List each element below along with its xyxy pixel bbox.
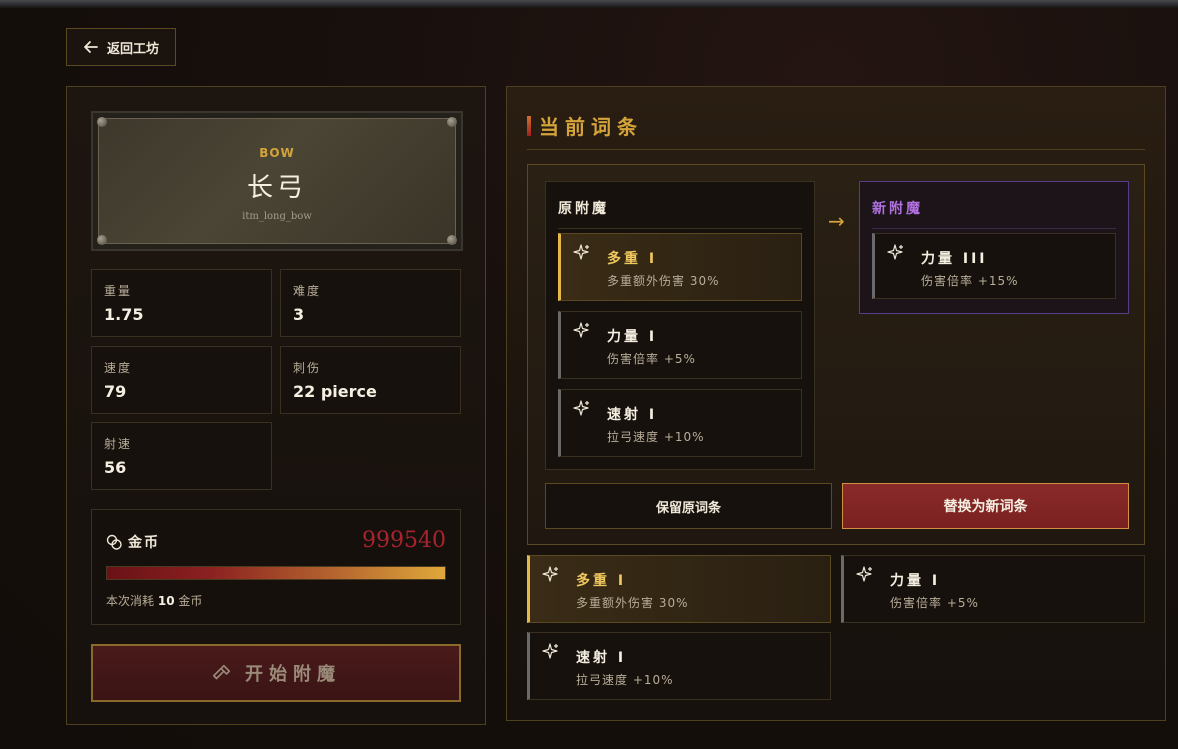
hammer-icon bbox=[212, 664, 231, 680]
stat-value: 3 bbox=[293, 305, 305, 324]
stat-value: 22 pierce bbox=[293, 382, 377, 401]
affix-item[interactable]: 速射 I 拉弓速度 +10% bbox=[527, 632, 831, 700]
affix-item[interactable]: 力量 I 伤害倍率 +5% bbox=[841, 555, 1145, 623]
enchant-name: 力量 III bbox=[921, 251, 988, 267]
stat-fire-rate: 射速 56 bbox=[91, 422, 272, 490]
item-name: 长弓 bbox=[246, 173, 307, 203]
affix-name: 多重 I bbox=[576, 573, 627, 589]
rivet-decoration bbox=[97, 235, 107, 245]
old-enchant-column: 原附魔 多重 I 多重额外伤害 30% 力量 I 伤害倍率 +5% 速射 I 拉… bbox=[545, 181, 815, 470]
coins-icon bbox=[106, 534, 122, 550]
item-panel: BOW 长弓 itm_long_bow 重量 1.75 难度 3 速度 79 刺… bbox=[66, 86, 486, 725]
affix-name: 力量 I bbox=[890, 573, 941, 589]
section-title-text: 当前词条 bbox=[539, 115, 643, 139]
new-enchant-column: 新附魔 力量 III 伤害倍率 +15% bbox=[859, 181, 1129, 314]
stat-weight: 重量 1.75 bbox=[91, 269, 272, 337]
sparkle-icon bbox=[542, 566, 558, 582]
gold-cost: 本次消耗 10 金币 bbox=[106, 592, 202, 609]
start-enchant-button[interactable]: 开始附魔 bbox=[91, 644, 461, 702]
cost-suffix: 金币 bbox=[178, 594, 203, 608]
old-enchant-item[interactable]: 多重 I 多重额外伤害 30% bbox=[558, 233, 802, 301]
rivet-decoration bbox=[447, 235, 457, 245]
gold-label-row: 金币 bbox=[106, 532, 160, 552]
keep-original-button[interactable]: 保留原词条 bbox=[545, 483, 832, 529]
sparkle-icon bbox=[542, 643, 558, 659]
rivet-decoration bbox=[97, 117, 107, 127]
start-label: 开始附魔 bbox=[245, 664, 341, 685]
window-top-bar bbox=[0, 0, 1178, 8]
divider bbox=[527, 149, 1145, 150]
rivet-decoration bbox=[447, 117, 457, 127]
title-marker bbox=[527, 115, 531, 136]
affix-panel: 当前词条 原附魔 多重 I 多重额外伤害 30% 力量 I 伤害倍率 +5% 速… bbox=[506, 86, 1166, 721]
section-title: 当前词条 bbox=[527, 111, 643, 140]
stat-label: 速度 bbox=[104, 361, 133, 375]
stat-value: 56 bbox=[104, 458, 127, 477]
gold-panel: 金币 999540 本次消耗 10 金币 bbox=[91, 509, 461, 625]
enchant-name: 力量 I bbox=[607, 329, 658, 345]
enchant-desc: 多重额外伤害 30% bbox=[607, 274, 720, 288]
stat-label: 难度 bbox=[293, 284, 322, 298]
affix-desc: 伤害倍率 +5% bbox=[890, 596, 979, 610]
gold-amount: 999540 bbox=[362, 528, 446, 553]
stat-pierce: 刺伤 22 pierce bbox=[280, 346, 461, 414]
sparkle-icon bbox=[573, 322, 589, 338]
enchant-name: 多重 I bbox=[607, 251, 658, 267]
cost-value: 10 bbox=[157, 594, 175, 608]
enchant-desc: 拉弓速度 +10% bbox=[607, 430, 705, 444]
cost-prefix: 本次消耗 bbox=[106, 594, 155, 608]
new-heading: 新附魔 bbox=[872, 198, 1116, 229]
gold-label: 金币 bbox=[128, 535, 160, 551]
affix-name: 速射 I bbox=[576, 650, 627, 666]
sparkle-icon bbox=[573, 400, 589, 416]
sparkle-icon bbox=[856, 566, 872, 582]
old-heading: 原附魔 bbox=[558, 198, 802, 229]
stat-label: 刺伤 bbox=[293, 361, 322, 375]
stat-difficulty: 难度 3 bbox=[280, 269, 461, 337]
affix-desc: 拉弓速度 +10% bbox=[576, 673, 674, 687]
sparkle-icon bbox=[573, 244, 589, 260]
affix-item[interactable]: 多重 I 多重额外伤害 30% bbox=[527, 555, 831, 623]
replace-new-button[interactable]: 替换为新词条 bbox=[842, 483, 1129, 529]
item-category: BOW bbox=[259, 146, 295, 160]
back-label: 返回工坊 bbox=[107, 41, 160, 57]
back-to-workshop-button[interactable]: 返回工坊 bbox=[66, 28, 176, 66]
enchant-desc: 伤害倍率 +15% bbox=[921, 274, 1019, 288]
stat-value: 79 bbox=[104, 382, 127, 401]
affix-desc: 多重额外伤害 30% bbox=[576, 596, 689, 610]
arrow-right-icon: → bbox=[828, 209, 845, 233]
arrow-left-icon bbox=[84, 41, 98, 53]
old-enchant-item[interactable]: 力量 I 伤害倍率 +5% bbox=[558, 311, 802, 379]
stat-value: 1.75 bbox=[104, 305, 144, 324]
item-id: itm_long_bow bbox=[242, 211, 312, 222]
item-plaque: BOW 长弓 itm_long_bow bbox=[91, 111, 463, 251]
enchant-desc: 伤害倍率 +5% bbox=[607, 352, 696, 366]
enchant-name: 速射 I bbox=[607, 407, 658, 423]
stat-speed: 速度 79 bbox=[91, 346, 272, 414]
gold-bar bbox=[106, 566, 446, 580]
stat-label: 重量 bbox=[104, 284, 133, 298]
sparkle-icon bbox=[887, 244, 903, 260]
compare-box: 原附魔 多重 I 多重额外伤害 30% 力量 I 伤害倍率 +5% 速射 I 拉… bbox=[527, 164, 1145, 545]
new-enchant-item[interactable]: 力量 III 伤害倍率 +15% bbox=[872, 233, 1116, 299]
stat-label: 射速 bbox=[104, 437, 133, 451]
old-enchant-item[interactable]: 速射 I 拉弓速度 +10% bbox=[558, 389, 802, 457]
